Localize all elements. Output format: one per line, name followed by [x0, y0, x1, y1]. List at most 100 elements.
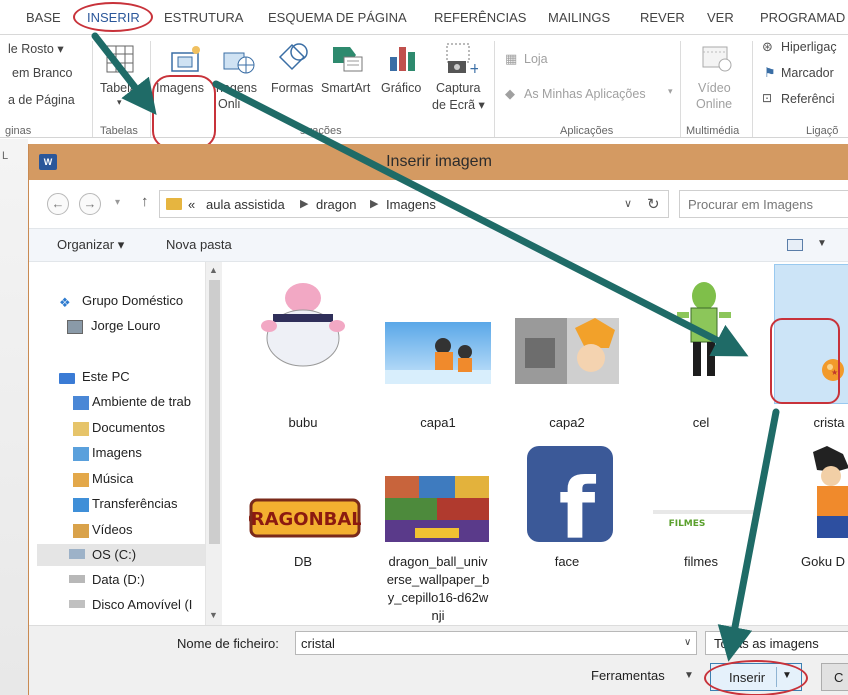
breadcrumb-aula-assistida[interactable]: aula assistida: [206, 197, 285, 212]
group-divider: [150, 41, 151, 137]
chart-button[interactable]: Gráfico: [381, 81, 421, 95]
videos-icon: [73, 524, 89, 538]
view-icon[interactable]: [787, 239, 803, 251]
file-name-dragon-ball-universe-line4[interactable]: nji: [378, 607, 498, 625]
organize-button[interactable]: Organizar ▾: [57, 237, 124, 253]
table-dropdown-icon[interactable]: ▾: [117, 97, 122, 108]
breadcrumb-imagens[interactable]: Imagens: [386, 197, 436, 212]
tools-button[interactable]: Ferramentas: [591, 668, 665, 683]
file-name-face[interactable]: face: [507, 553, 627, 571]
crossref-button[interactable]: Referênci: [781, 92, 835, 106]
nav-item-data-d[interactable]: Data (D:): [92, 572, 145, 587]
cancel-button[interactable]: C: [821, 663, 848, 691]
nav-item-disco-amovivel[interactable]: Disco Amovível (I: [92, 597, 192, 612]
tab-rever[interactable]: REVER: [640, 10, 685, 25]
tab-referencias[interactable]: REFERÊNCIAS: [434, 10, 526, 25]
file-name-dragon-ball-universe-line3[interactable]: y_cepillo16-d62w: [378, 589, 498, 607]
nav-item-jorge-louro[interactable]: Jorge Louro: [91, 318, 160, 333]
view-dropdown-icon[interactable]: ▼: [817, 238, 827, 249]
up-icon[interactable]: ↑: [141, 193, 149, 210]
search-placeholder: Procurar em Imagens: [688, 197, 813, 212]
command-bar: Organizar ▾ Nova pasta ▼: [29, 228, 848, 262]
screenshot-button[interactable]: Captura: [436, 81, 480, 95]
file-name-goku[interactable]: Goku D: [779, 553, 848, 571]
new-folder-button[interactable]: Nova pasta: [166, 237, 232, 252]
svg-text:DRAGONBALL: DRAGONBALL: [249, 509, 361, 530]
my-apps-dropdown-icon[interactable]: ▾: [668, 86, 673, 97]
downloads-icon: [73, 498, 89, 512]
shapes-button[interactable]: Formas: [271, 81, 313, 95]
nav-item-grupo-domestico[interactable]: Grupo Doméstico: [82, 293, 183, 308]
file-thumbnail-goku[interactable]: [803, 446, 848, 542]
address-bar[interactable]: « aula assistida ▶ dragon ▶ Imagens ∨ ↻: [159, 190, 669, 218]
my-apps-button[interactable]: As Minhas Aplicações: [524, 87, 646, 101]
tab-esquema-de-pagina[interactable]: ESQUEMA DE PÁGINA: [268, 10, 407, 25]
nav-item-este-pc[interactable]: Este PC: [82, 369, 130, 384]
nav-item-musica[interactable]: Música: [92, 471, 133, 486]
smartart-button[interactable]: SmartArt: [321, 81, 370, 95]
filetype-select[interactable]: Todas as imagens: [705, 631, 848, 655]
file-name-dragon-ball-universe-line2[interactable]: erse_wallpaper_b: [378, 571, 498, 589]
file-name-cristal[interactable]: crista: [769, 414, 848, 432]
file-thumbnail-dragon-ball-universe[interactable]: [385, 476, 489, 542]
address-dropdown-icon[interactable]: ∨: [624, 197, 632, 210]
file-thumbnail-face[interactable]: f: [527, 446, 613, 542]
store-button[interactable]: Loja: [524, 52, 548, 66]
tab-base[interactable]: BASE: [26, 10, 61, 25]
online-picture-icon: [223, 52, 255, 74]
back-icon[interactable]: ←: [47, 193, 69, 215]
nav-item-os-c[interactable]: OS (C:): [92, 547, 136, 562]
apps-icon: ◆: [505, 86, 515, 101]
nav-item-documentos[interactable]: Documentos: [92, 420, 165, 435]
file-name-bubu[interactable]: bubu: [243, 414, 363, 432]
recent-locations-icon[interactable]: ▾: [115, 197, 120, 208]
page-break-button[interactable]: a de Página: [8, 93, 75, 107]
tab-ver[interactable]: VER: [707, 10, 734, 25]
table-button[interactable]: Tabela: [100, 81, 137, 95]
tab-programador[interactable]: PROGRAMAD: [760, 10, 845, 25]
nav-scrollbar[interactable]: ▲ ▼: [205, 262, 222, 625]
hyperlink-button[interactable]: Hiperligaç: [781, 40, 837, 54]
nav-item-videos[interactable]: Vídeos: [92, 522, 132, 537]
file-thumbnail-capa1[interactable]: [385, 322, 491, 384]
file-thumbnail-cel[interactable]: [669, 278, 739, 382]
tab-estrutura[interactable]: ESTRUTURA: [164, 10, 243, 25]
file-thumbnail-filmes[interactable]: FILMES: [653, 510, 757, 536]
forward-icon[interactable]: →: [79, 193, 101, 215]
online-images-button[interactable]: nagens: [216, 81, 257, 95]
nav-item-imagens[interactable]: Imagens: [92, 445, 142, 460]
file-name-dragon-ball-universe-line1[interactable]: dragon_ball_univ: [378, 553, 498, 571]
blank-page-button[interactable]: em Branco: [12, 66, 72, 80]
search-input[interactable]: Procurar em Imagens: [679, 190, 848, 218]
online-video-button[interactable]: Vídeo: [698, 81, 731, 95]
file-name-capa2[interactable]: capa2: [507, 414, 627, 432]
tools-dropdown-icon[interactable]: ▼: [684, 670, 694, 681]
filename-input[interactable]: cristal ∨: [295, 631, 697, 655]
breadcrumb-dragon[interactable]: dragon: [316, 197, 356, 212]
tab-mailings[interactable]: MAILINGS: [548, 10, 610, 25]
file-thumbnail-capa2[interactable]: [515, 318, 619, 384]
breadcrumb-overflow[interactable]: «: [188, 197, 195, 212]
crossref-icon: ⊡: [762, 91, 773, 105]
shapes-icon: [278, 43, 308, 71]
svg-text:+: +: [469, 61, 478, 75]
dialog-titlebar[interactable]: W Inserir imagem: [29, 144, 848, 180]
nav-item-ambiente-de-trabalho[interactable]: Ambiente de trab: [92, 394, 191, 409]
file-name-cel[interactable]: cel: [641, 414, 761, 432]
folder-icon: [166, 198, 182, 210]
nav-item-transferencias[interactable]: Transferências: [92, 496, 178, 511]
cover-page-button[interactable]: le Rosto ▾: [8, 41, 64, 56]
group-label-illustrations: strações: [300, 125, 342, 137]
scroll-up-icon[interactable]: ▲: [209, 265, 218, 275]
scroll-down-icon[interactable]: ▼: [209, 610, 218, 620]
pictures-icon: [73, 447, 89, 461]
file-thumbnail-db[interactable]: DRAGONBALL: [249, 494, 361, 542]
file-thumbnail-bubu[interactable]: [255, 278, 351, 372]
refresh-icon[interactable]: ↻: [647, 195, 660, 213]
file-name-filmes[interactable]: filmes: [641, 553, 761, 571]
nav-scrollbar-thumb[interactable]: [209, 280, 220, 544]
bookmark-button[interactable]: Marcador: [781, 66, 834, 80]
file-name-db[interactable]: DB: [243, 553, 363, 571]
filename-dropdown-icon[interactable]: ∨: [684, 637, 691, 648]
file-name-capa1[interactable]: capa1: [378, 414, 498, 432]
